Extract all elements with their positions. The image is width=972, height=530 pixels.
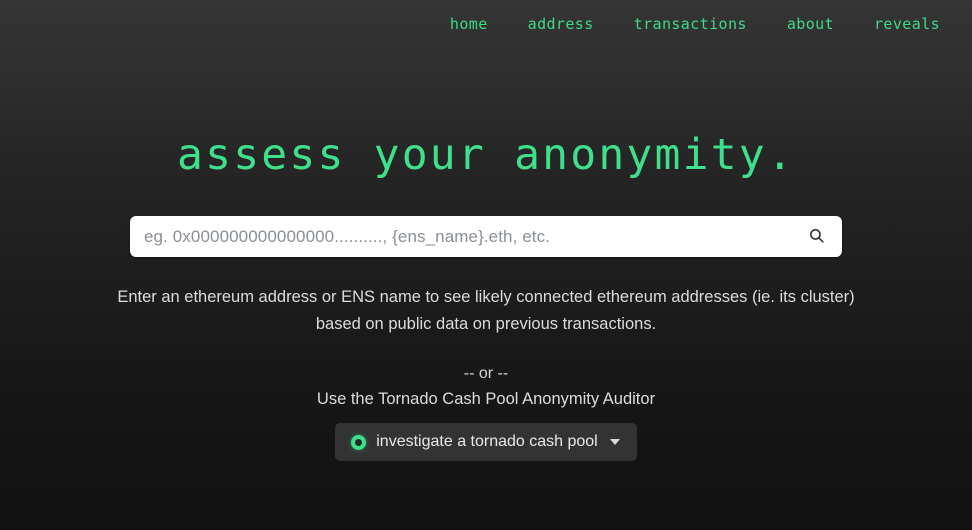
nav-link-reveals[interactable]: reveals [854,11,960,37]
main-content: assess your anonymity. Enter an ethereum… [0,48,972,462]
auditor-label: Use the Tornado Cash Pool Anonymity Audi… [316,390,656,409]
chevron-down-icon [609,439,620,446]
nav-link-transactions[interactable]: transactions [614,11,767,37]
page-title: assess your anonymity. [177,130,795,180]
or-separator: -- or -- [463,365,509,383]
investigate-pool-dropdown-button[interactable]: investigate a tornado cash pool [335,423,637,462]
search-input[interactable] [144,216,802,257]
nav-link-about[interactable]: about [767,11,854,37]
tornado-pool-icon [351,434,367,450]
top-navigation: home address transactions about reveals [0,0,972,48]
nav-link-home[interactable]: home [430,11,508,37]
investigate-pool-label: investigate a tornado cash pool [376,433,598,451]
description-text: Enter an ethereum address or ENS name to… [117,288,855,333]
search-button[interactable] [802,223,830,251]
search-icon [808,227,825,247]
search-bar[interactable] [130,216,842,257]
nav-link-address[interactable]: address [508,11,614,37]
